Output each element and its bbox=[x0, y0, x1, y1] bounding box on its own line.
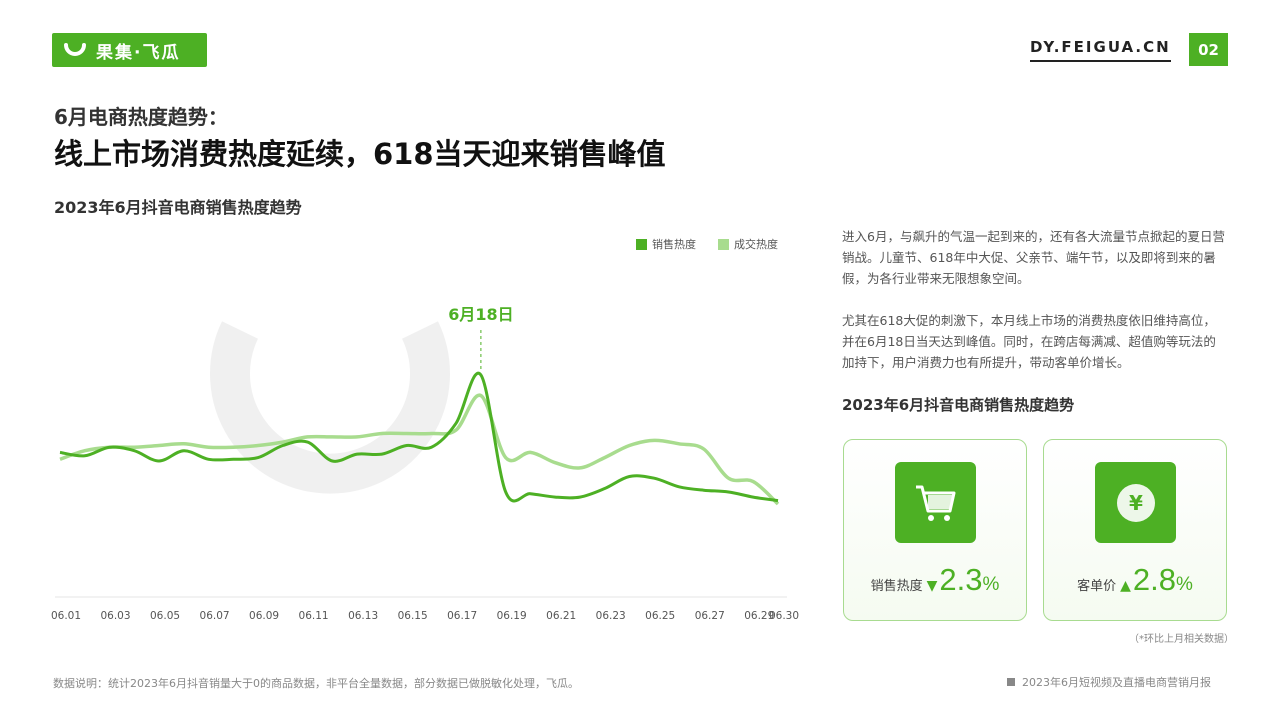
metric-value: 2.8 bbox=[1132, 562, 1176, 597]
square-bullet-icon bbox=[1007, 678, 1015, 686]
metric-card-sales-heat: 销售热度 ▼ 2.3 % bbox=[843, 439, 1027, 621]
metrics-title: 2023年6月抖音电商销售热度趋势 bbox=[842, 396, 1075, 414]
metric-value: 2.3 bbox=[939, 562, 983, 597]
x-tick-label: 06.30 bbox=[769, 610, 799, 622]
legend-item-sales: 销售热度 bbox=[636, 236, 696, 252]
legend-swatch-sales bbox=[636, 238, 647, 250]
up-arrow-icon: ▲ bbox=[1120, 578, 1131, 594]
x-tick-label: 06.07 bbox=[200, 610, 230, 622]
chart-watermark bbox=[210, 321, 450, 494]
peak-annotation-label: 6月18日 bbox=[448, 305, 513, 324]
x-tick-label: 06.13 bbox=[348, 610, 378, 622]
shopping-cart-icon bbox=[895, 462, 976, 543]
x-tick-label: 06.09 bbox=[249, 610, 279, 622]
metric-label: 销售热度 bbox=[870, 579, 923, 594]
x-tick-label: 06.21 bbox=[546, 610, 576, 622]
metric-unit: % bbox=[982, 574, 1000, 595]
annotation-layer: 6月18日 bbox=[448, 305, 514, 371]
yuan-coin-icon: ¥ bbox=[1095, 462, 1176, 543]
x-tick-label: 06.01 bbox=[51, 610, 81, 622]
report-name: 2023年6月短视频及直播电商营销月报 bbox=[1007, 674, 1211, 690]
metric-unit: % bbox=[1176, 574, 1193, 595]
legend-label-sales: 销售热度 bbox=[652, 238, 696, 251]
x-tick-labels: 06.01 06.03 06.05 06.07 06.09 06.11 06.13 06.15… bbox=[51, 610, 799, 622]
x-tick-label: 06.25 bbox=[645, 610, 675, 622]
comparison-note: （*环比上月相关数据） bbox=[1129, 634, 1234, 645]
metric-sales-heat: 销售热度 ▼ 2.3 % bbox=[844, 562, 1026, 598]
x-tick-label: 06.27 bbox=[695, 610, 725, 622]
site-url[interactable]: DY.FEIGUA.CN bbox=[1030, 38, 1171, 62]
report-name-text: 2023年6月短视频及直播电商营销月报 bbox=[1022, 676, 1211, 689]
svg-text:¥: ¥ bbox=[1129, 491, 1143, 515]
x-tick-label: 06.03 bbox=[100, 610, 130, 622]
metric-avg-order: 客单价 ▲ 2.8 % bbox=[1044, 562, 1226, 598]
chart-legend: 销售热度 成交热度 bbox=[636, 236, 800, 252]
data-source-note: 数据说明：统计2023年6月抖音销量大于0的商品数据，非平台全量数据，部分数据已… bbox=[53, 677, 579, 690]
down-arrow-icon: ▼ bbox=[926, 578, 938, 594]
x-tick-label: 06.17 bbox=[447, 610, 477, 622]
x-tick-label: 06.11 bbox=[299, 610, 329, 622]
x-tick-label: 06.23 bbox=[596, 610, 626, 622]
x-tick-label: 06.05 bbox=[150, 610, 180, 622]
legend-swatch-deals bbox=[718, 238, 729, 250]
legend-label-deals: 成交热度 bbox=[734, 238, 778, 251]
legend-item-deals: 成交热度 bbox=[718, 236, 778, 252]
description-paragraph-2: 尤其在618大促的刺激下，本月线上市场的消费热度依旧维持高位，并在6月18日当天… bbox=[842, 313, 1216, 370]
x-tick-label: 06.19 bbox=[497, 610, 527, 622]
metric-label: 客单价 bbox=[1077, 579, 1117, 594]
x-tick-label: 06.15 bbox=[398, 610, 428, 622]
description-paragraph-1: 进入6月，与飙升的气温一起到来的，还有各大流量节点掀起的夏日营销战。儿童节、61… bbox=[842, 229, 1225, 286]
line-chart: 6月18日 06.01 06.03 06.05 06.07 06.09 06.11 06.1… bbox=[51, 305, 799, 622]
metric-card-avg-order: ¥ 客单价 ▲ 2.8 % bbox=[1043, 439, 1227, 621]
page-number: 02 bbox=[1189, 33, 1228, 66]
